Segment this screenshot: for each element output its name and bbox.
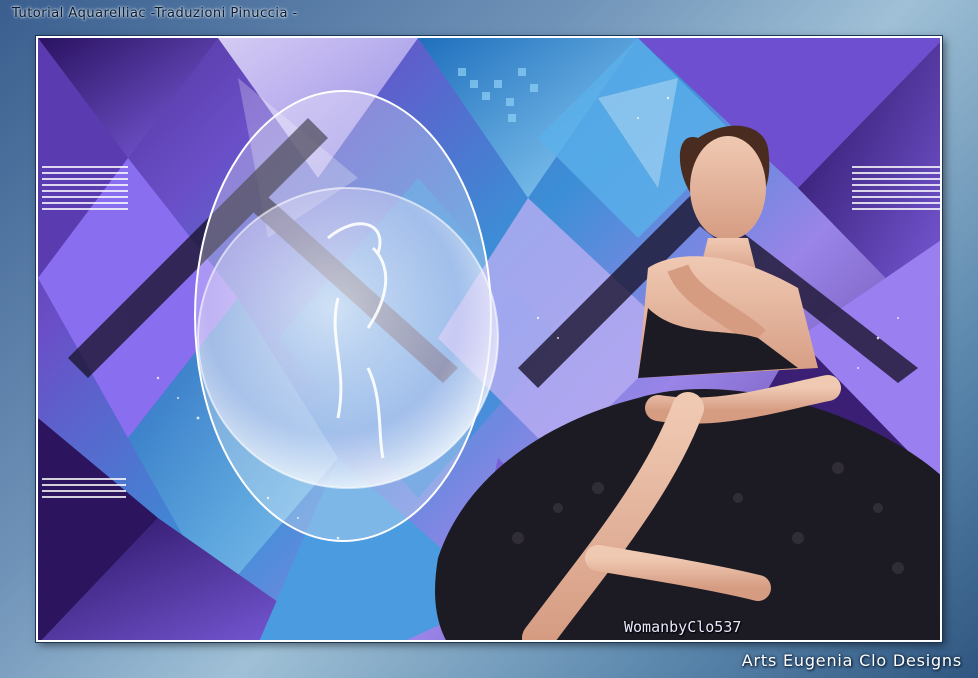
bubble [197, 187, 499, 489]
credit-text: Arts Eugenia Clo Designs [741, 651, 962, 670]
page-title: Tutorial Aquarelliac -Traduzioni Pinucci… [12, 6, 298, 21]
artist-signature: WomanbyClo537 [624, 618, 742, 636]
artwork-frame: WomanbyClo537 [36, 36, 942, 642]
oval-panel [194, 90, 499, 542]
face [690, 136, 766, 240]
artwork-canvas [38, 38, 940, 640]
